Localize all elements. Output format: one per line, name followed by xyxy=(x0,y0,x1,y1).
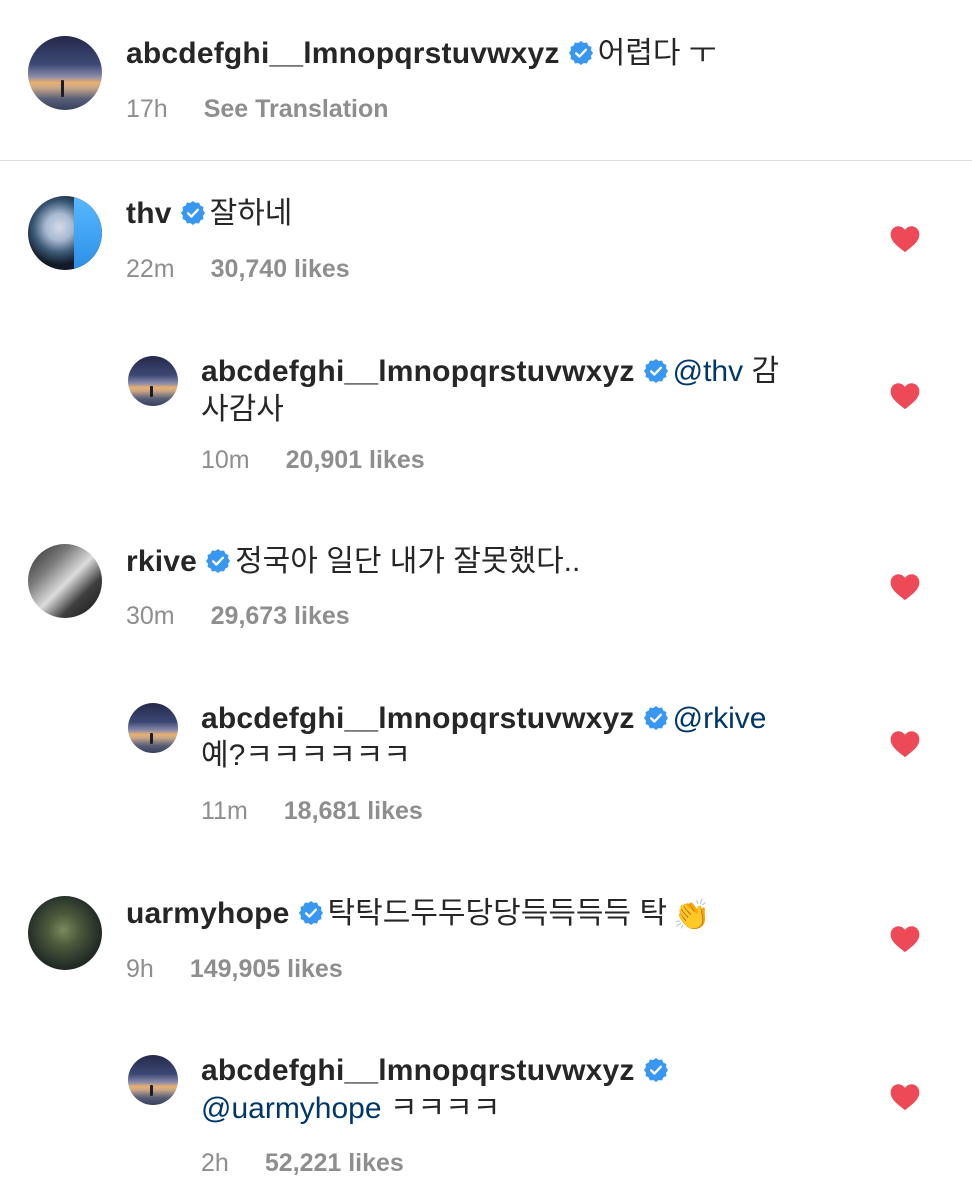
reply-time: 10m xyxy=(201,446,250,474)
comment-time: 30m xyxy=(126,602,175,630)
heart-icon[interactable] xyxy=(890,925,920,953)
comment-likes[interactable]: 29,673 likes xyxy=(211,602,350,630)
reply-line-2: 사감사 xyxy=(201,391,284,429)
comment-text: 정국아 일단 내가 잘못했다.. xyxy=(235,545,581,578)
reply-line-1: abcdefghi__lmnopqrstuvwxyz xyxy=(201,1052,673,1090)
comment-text: 잘하네 xyxy=(209,197,293,230)
reply-text: 감 xyxy=(751,355,780,388)
verified-badge-icon xyxy=(205,548,231,574)
verified-badge-icon xyxy=(298,900,324,926)
reply-meta: 2h 52,221 likes xyxy=(201,1148,404,1178)
comment-line: rkive 정국아 일단 내가 잘못했다.. xyxy=(126,543,580,581)
caption-time: 17h xyxy=(126,95,168,123)
comment-likes[interactable]: 149,905 likes xyxy=(190,955,343,983)
heart-icon[interactable] xyxy=(890,573,920,601)
comment-time: 9h xyxy=(126,955,154,983)
comment-line: thv 잘하네 xyxy=(126,195,292,233)
reply-username[interactable]: abcdefghi__lmnopqrstuvwxyz xyxy=(201,1054,635,1087)
comment-meta: 22m 30,740 likes xyxy=(126,254,350,284)
caption-meta: 17h See Translation xyxy=(126,94,389,124)
reply-likes[interactable]: 52,221 likes xyxy=(265,1149,404,1177)
comment-username[interactable]: rkive xyxy=(126,545,197,578)
reply-meta: 11m 18,681 likes xyxy=(201,796,423,826)
verified-badge-icon xyxy=(568,40,594,66)
heart-icon[interactable] xyxy=(890,225,920,253)
reply-line-1: abcdefghi__lmnopqrstuvwxyz @thv 감 xyxy=(201,353,779,391)
reply-mention[interactable]: @uarmyhope xyxy=(201,1092,382,1125)
divider xyxy=(0,160,972,161)
reply-time: 11m xyxy=(201,797,248,825)
avatar[interactable] xyxy=(28,196,102,270)
reply-line-2: 예?ㅋㅋㅋㅋㅋㅋ xyxy=(201,737,411,775)
comment-meta: 9h 149,905 likes xyxy=(126,954,343,984)
clapping-hands-emoji: 👏 xyxy=(673,899,711,932)
reply-mention[interactable]: @rkive xyxy=(673,702,767,735)
reply-text: 사감사 xyxy=(201,393,284,426)
comment-text: 탁탁드두두당당득득득득 탁 xyxy=(327,897,668,930)
reply-text: ㅋㅋㅋㅋ xyxy=(389,1092,501,1125)
comment-time: 22m xyxy=(126,255,175,283)
reply-line-1: abcdefghi__lmnopqrstuvwxyz @rkive xyxy=(201,700,766,738)
reply-line-2: @uarmyhope ㅋㅋㅋㅋ xyxy=(201,1090,500,1128)
verified-badge-icon xyxy=(180,200,206,226)
reply-username[interactable]: abcdefghi__lmnopqrstuvwxyz xyxy=(201,355,635,388)
reply-username[interactable]: abcdefghi__lmnopqrstuvwxyz xyxy=(201,702,635,735)
comment-likes[interactable]: 30,740 likes xyxy=(211,255,350,283)
avatar[interactable] xyxy=(128,1055,178,1105)
caption-username[interactable]: abcdefghi__lmnopqrstuvwxyz xyxy=(126,37,560,70)
comment-username[interactable]: uarmyhope xyxy=(126,897,290,930)
verified-badge-icon xyxy=(643,358,669,384)
reply-likes[interactable]: 18,681 likes xyxy=(284,797,423,825)
verified-badge-icon xyxy=(643,1057,669,1083)
avatar[interactable] xyxy=(128,703,178,753)
heart-icon[interactable] xyxy=(890,382,920,410)
avatar[interactable] xyxy=(28,544,102,618)
heart-icon[interactable] xyxy=(890,1083,920,1111)
comment-username[interactable]: thv xyxy=(126,197,172,230)
caption-text: 어렵다 ㅜ xyxy=(597,37,717,70)
avatar[interactable] xyxy=(128,356,178,406)
reply-meta: 10m 20,901 likes xyxy=(201,445,425,475)
comment-meta: 30m 29,673 likes xyxy=(126,601,350,631)
reply-mention[interactable]: @thv xyxy=(673,355,743,388)
reply-likes[interactable]: 20,901 likes xyxy=(286,446,425,474)
see-translation-link[interactable]: See Translation xyxy=(204,95,389,123)
reply-text: 예?ㅋㅋㅋㅋㅋㅋ xyxy=(201,739,411,772)
caption-line: abcdefghi__lmnopqrstuvwxyz 어렵다 ㅜ xyxy=(126,35,716,73)
heart-icon[interactable] xyxy=(890,730,920,758)
avatar[interactable] xyxy=(28,36,102,110)
verified-badge-icon xyxy=(643,705,669,731)
comment-line: uarmyhope 탁탁드두두당당득득득득 탁 👏 xyxy=(126,895,710,935)
avatar[interactable] xyxy=(28,896,102,970)
reply-time: 2h xyxy=(201,1149,229,1177)
